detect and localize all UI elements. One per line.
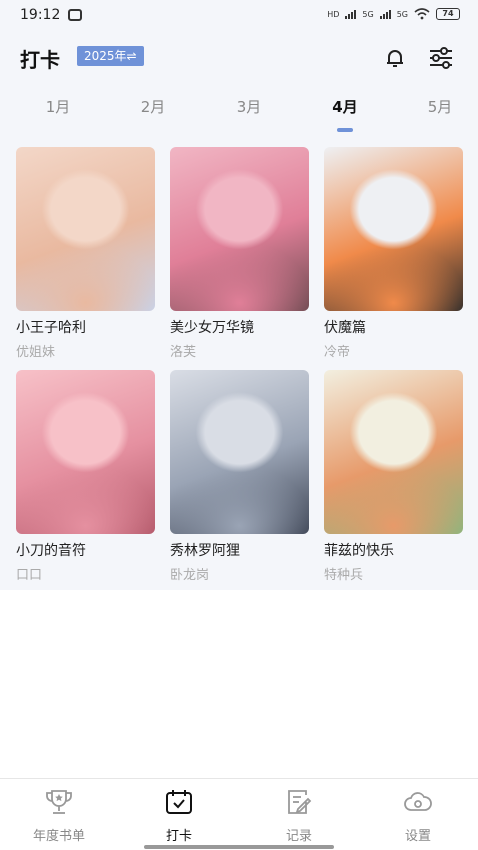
filter-icon[interactable] — [428, 46, 454, 70]
trophy-icon — [46, 790, 72, 814]
book-cover[interactable] — [324, 370, 463, 534]
book-title: 伏魔篇 — [324, 320, 366, 336]
book-author: 洛芙 — [170, 345, 197, 360]
book-title: 小刀的音符 — [16, 543, 86, 559]
active-tab-indicator — [337, 128, 353, 132]
nav-label: 记录 — [285, 829, 312, 844]
book-card[interactable]: 菲兹的快乐 特种兵 — [324, 370, 463, 583]
book-title: 秀林罗阿狸 — [170, 543, 240, 559]
tab-month-5[interactable]: 5月 — [410, 96, 470, 117]
book-card[interactable]: 小王子哈利 优姐妹 — [16, 147, 155, 360]
nav-item-checkin[interactable]: 打卡 — [129, 787, 229, 844]
nav-item-annual-list[interactable]: 年度书单 — [9, 787, 109, 844]
book-card[interactable]: 美少女万华镜 洛芙 — [170, 147, 309, 360]
nav-item-records[interactable]: 记录 — [249, 787, 349, 844]
book-cover[interactable] — [16, 370, 155, 534]
book-author: 特种兵 — [324, 568, 364, 583]
month-tabs: 1月 2月 3月 4月 5月 — [0, 96, 478, 136]
book-cover[interactable] — [170, 147, 309, 311]
tab-month-1[interactable]: 1月 — [28, 96, 88, 117]
bell-icon[interactable] — [383, 46, 407, 70]
battery-icon: 74 — [436, 8, 460, 20]
nav-label: 设置 — [404, 829, 431, 844]
page-title: 打卡 — [20, 48, 60, 72]
status-bar: 19:12 HD 5G 5G 74 — [0, 0, 478, 32]
year-selector[interactable]: 2025年⇌ — [77, 46, 144, 66]
nav-item-settings[interactable]: 设置 — [368, 787, 468, 844]
signal-2-icon — [379, 9, 391, 19]
signal-1-icon — [345, 9, 357, 19]
hd-label: HD — [327, 9, 340, 19]
network-label-1: 5G — [362, 9, 374, 19]
bottom-nav: 年度书单 打卡 记录 设置 — [0, 779, 478, 850]
notes-edit-icon — [288, 790, 312, 814]
book-author: 口口 — [16, 568, 43, 583]
checkin-calendar-icon — [166, 790, 192, 814]
status-indicators: HD 5G 5G 74 — [327, 8, 460, 20]
book-author: 优姐妹 — [16, 345, 56, 360]
book-card[interactable]: 伏魔篇 冷帝 — [324, 147, 463, 360]
nav-label: 打卡 — [165, 829, 192, 844]
book-title: 美少女万华镜 — [170, 320, 254, 336]
book-card[interactable]: 小刀的音符 口口 — [16, 370, 155, 583]
book-cover[interactable] — [324, 147, 463, 311]
book-card[interactable]: 秀林罗阿狸 卧龙岗 — [170, 370, 309, 583]
wifi-icon — [414, 8, 430, 20]
book-author: 冷帝 — [324, 345, 351, 360]
tab-month-4[interactable]: 4月 — [315, 96, 375, 117]
book-cover[interactable] — [16, 147, 155, 311]
nav-label: 年度书单 — [32, 829, 85, 844]
header: 打卡 2025年⇌ — [0, 38, 478, 76]
network-label-2: 5G — [396, 9, 408, 19]
book-cover[interactable] — [170, 370, 309, 534]
tab-month-3[interactable]: 3月 — [219, 96, 279, 117]
status-time: 19:12 — [20, 7, 61, 23]
settings-cloud-icon — [404, 792, 432, 811]
home-indicator[interactable] — [144, 845, 334, 849]
notification-icon — [68, 9, 82, 21]
book-title: 小王子哈利 — [16, 320, 86, 336]
book-author: 卧龙岗 — [170, 568, 210, 583]
tab-month-2[interactable]: 2月 — [123, 96, 183, 117]
book-title: 菲兹的快乐 — [324, 543, 394, 559]
